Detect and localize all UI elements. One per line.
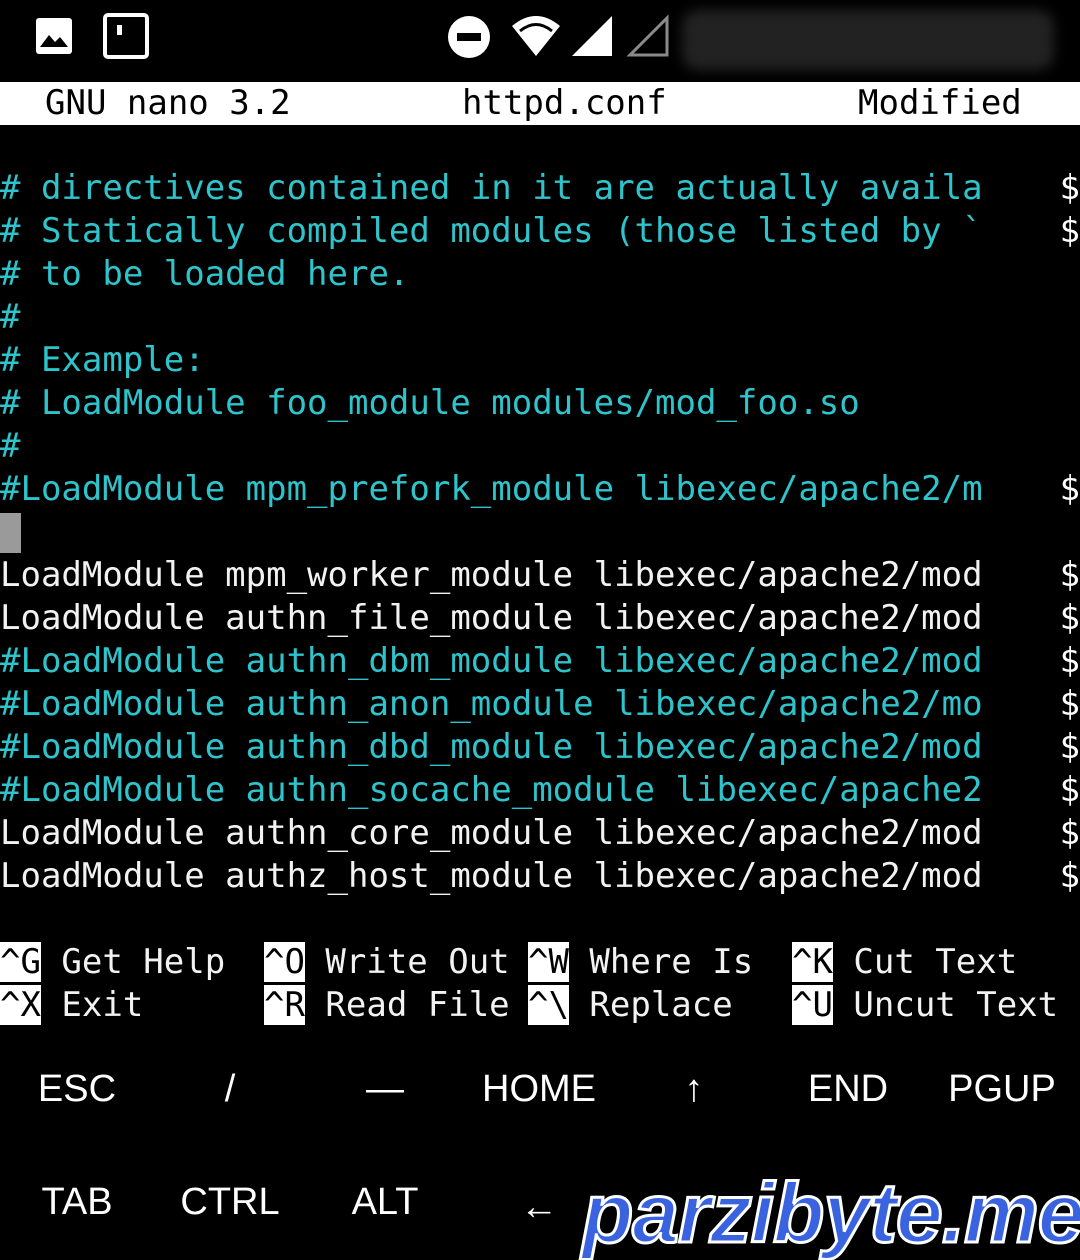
text-line: # Statically compiled modules (those lis…	[0, 210, 1080, 253]
ctrl-key[interactable]: CTRL	[160, 1177, 300, 1227]
text-line: # to be loaded here.	[0, 254, 410, 294]
image-icon	[36, 18, 72, 54]
text-line: LoadModule authn_file_module libexec/apa…	[0, 597, 1080, 640]
app-name: GNU nano 3.2	[45, 83, 291, 123]
watermark-logo: parzibyte.me	[581, 1166, 1080, 1260]
blurred-status-info	[682, 10, 1054, 70]
wifi-icon	[512, 16, 560, 56]
text-cursor	[0, 513, 21, 553]
text-line: LoadModule mpm_worker_module libexec/apa…	[0, 554, 1080, 597]
status-bar	[0, 0, 1080, 80]
do-not-disturb-icon	[448, 16, 490, 58]
signal-empty-icon	[626, 14, 669, 57]
shortcut-get-help[interactable]: ^G Get Help	[0, 941, 246, 984]
text-line: #	[0, 297, 21, 337]
alt-key[interactable]: ALT	[315, 1177, 455, 1227]
home-key[interactable]: HOME	[469, 1064, 609, 1114]
esc-key[interactable]: ESC	[7, 1064, 147, 1114]
text-line: LoadModule authn_core_module libexec/apa…	[0, 812, 1080, 855]
text-line: #LoadModule authn_socache_module libexec…	[0, 769, 1080, 812]
pgup-key[interactable]: PGUP	[932, 1064, 1072, 1114]
tab-key[interactable]: TAB	[7, 1177, 147, 1227]
text-line-current	[0, 511, 1080, 554]
arrow-up-key[interactable]: ↑	[624, 1064, 764, 1114]
text-line: #LoadModule authn_dbm_module libexec/apa…	[0, 640, 1080, 683]
text-line: #LoadModule mpm_prefork_module libexec/a…	[0, 468, 1080, 511]
text-line: #LoadModule authn_dbd_module libexec/apa…	[0, 726, 1080, 769]
slash-key[interactable]: /	[160, 1064, 300, 1114]
shortcut-cut-text[interactable]: ^K Cut Text	[792, 941, 1017, 984]
nano-title-bar: GNU nano 3.2 httpd.conf Modified	[0, 82, 1080, 125]
shortcut-where-is[interactable]: ^W Where Is	[528, 941, 774, 984]
shortcut-read-file[interactable]: ^R Read File	[264, 984, 510, 1027]
shortcut-write-out[interactable]: ^O Write Out	[264, 941, 510, 984]
dash-key[interactable]: —	[315, 1064, 455, 1114]
signal-icon	[572, 16, 612, 56]
shortcut-uncut-text[interactable]: ^U Uncut Text	[792, 984, 1058, 1027]
shortcut-exit[interactable]: ^X Exit	[0, 984, 143, 1027]
shortcut-bar: ^G Get Help ^X Exit ^O Write Out ^R Read…	[0, 941, 1080, 1031]
end-key[interactable]: END	[778, 1064, 918, 1114]
text-line: # directives contained in it are actuall…	[0, 167, 1080, 210]
screen-icon	[103, 13, 149, 59]
text-line: # Example:	[0, 340, 205, 380]
text-line: #	[0, 426, 21, 466]
text-line: LoadModule authz_host_module libexec/apa…	[0, 855, 1080, 898]
text-line: # LoadModule foo_module modules/mod_foo.…	[0, 383, 860, 423]
file-name: httpd.conf	[462, 83, 667, 123]
modified-status: Modified	[858, 83, 1022, 123]
text-line: #LoadModule authn_anon_module libexec/ap…	[0, 683, 1080, 726]
shortcut-replace[interactable]: ^\ Replace	[528, 984, 733, 1027]
